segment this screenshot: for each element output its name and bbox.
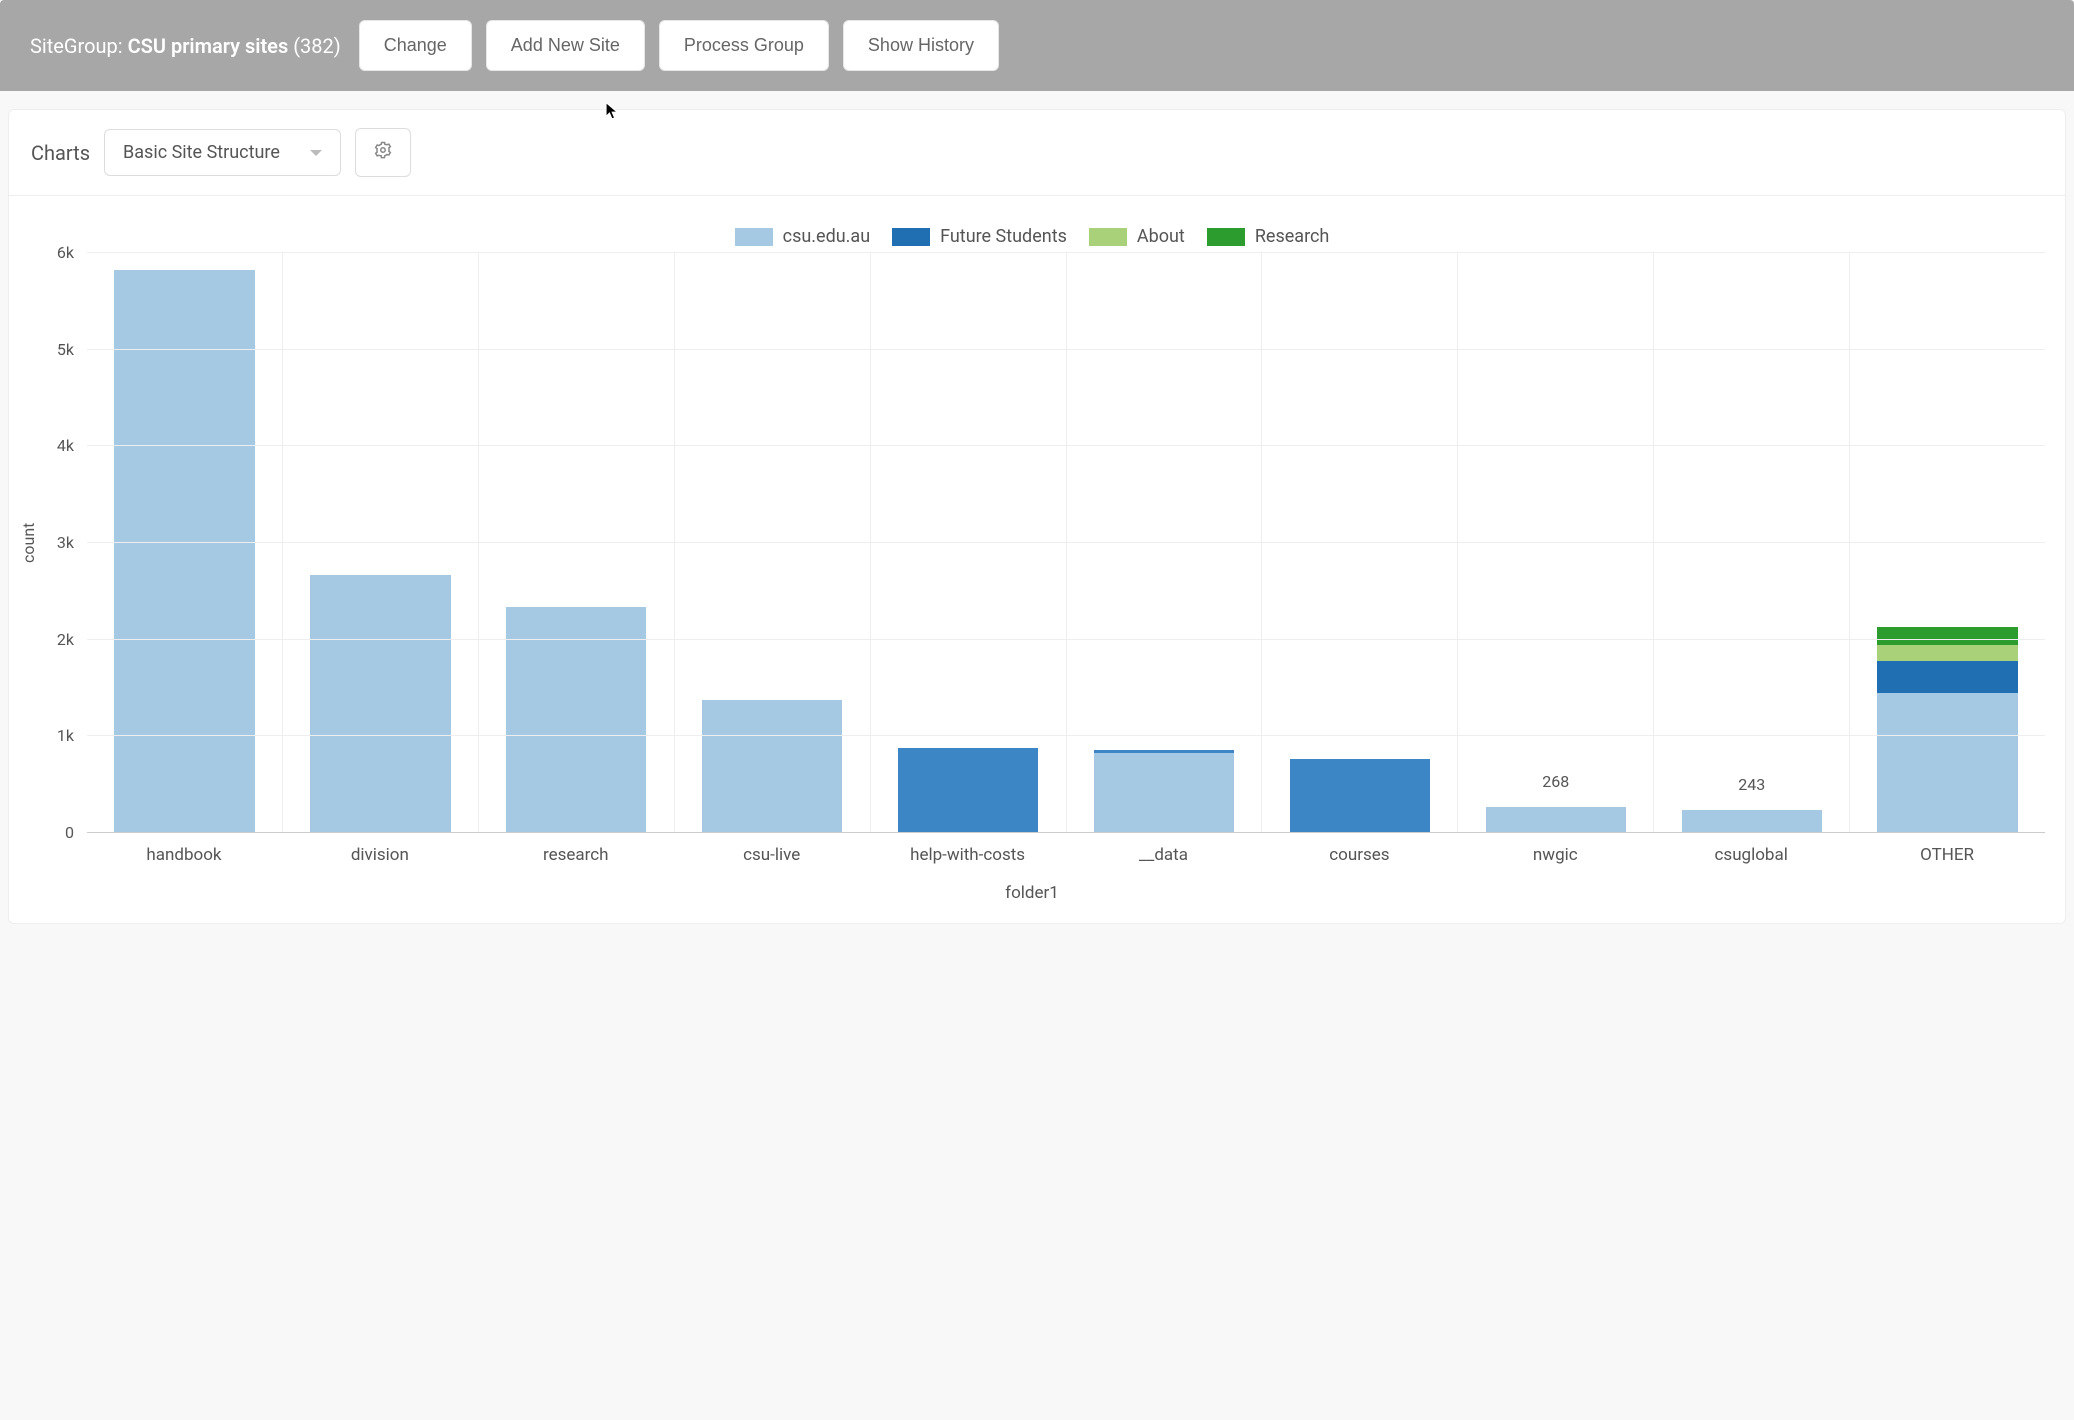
chart-select-value: Basic Site Structure — [123, 142, 280, 163]
x-ticks: handbookdivisionresearchcsu-livehelp-wit… — [86, 833, 2045, 865]
x-tick-label: handbook — [86, 833, 282, 865]
panel-title: Charts — [31, 141, 90, 165]
sitegroup-prefix: SiteGroup: — [30, 34, 128, 58]
bar-column[interactable]: 268 — [1458, 253, 1654, 833]
bar-column[interactable] — [87, 253, 283, 833]
bar-column[interactable] — [1850, 253, 2045, 833]
swatch-research — [1207, 228, 1245, 246]
chart-grid: count 01k2k3k4k5k6k 268243 — [19, 253, 2045, 833]
legend-item-research[interactable]: Research — [1207, 226, 1330, 247]
sitegroup-label: SiteGroup: CSU primary sites (382) — [30, 34, 341, 58]
chart-select[interactable]: Basic Site Structure — [104, 129, 341, 176]
x-tick-label: csu-live — [674, 833, 870, 865]
x-axis-label: folder1 — [19, 883, 2045, 903]
x-tick-label: help-with-costs — [870, 833, 1066, 865]
legend-label: csu.edu.au — [783, 226, 870, 247]
legend-label: About — [1137, 226, 1185, 247]
sitegroup-name: CSU primary sites — [128, 34, 289, 58]
swatch-future — [892, 228, 930, 246]
topbar: SiteGroup: CSU primary sites (382) Chang… — [0, 0, 2074, 91]
x-tick-label: csuglobal — [1653, 833, 1849, 865]
x-tick-label: __data — [1066, 833, 1262, 865]
settings-button[interactable] — [355, 128, 411, 177]
change-button[interactable]: Change — [359, 20, 472, 71]
swatch-csu — [735, 228, 773, 246]
bars-container: 268243 — [87, 253, 2045, 833]
legend-label: Future Students — [940, 226, 1067, 247]
bar-column[interactable] — [675, 253, 871, 833]
sitegroup-count: (382) — [293, 34, 341, 58]
x-tick-label: courses — [1261, 833, 1457, 865]
charts-panel: Charts Basic Site Structure csu.edu.au F… — [8, 109, 2066, 924]
x-tick-label: research — [478, 833, 674, 865]
x-tick-label: nwgic — [1457, 833, 1653, 865]
bar-column[interactable] — [479, 253, 675, 833]
chart-legend: csu.edu.au Future Students About Researc… — [19, 226, 2045, 247]
swatch-about — [1089, 228, 1127, 246]
add-site-button[interactable]: Add New Site — [486, 20, 645, 71]
legend-label: Research — [1255, 226, 1330, 247]
bar-column[interactable] — [871, 253, 1067, 833]
y-ticks: 01k2k3k4k5k6k — [38, 253, 86, 833]
legend-item-about[interactable]: About — [1089, 226, 1185, 247]
bar-column[interactable] — [283, 253, 479, 833]
gear-icon — [374, 143, 392, 163]
process-group-button[interactable]: Process Group — [659, 20, 829, 71]
legend-item-future[interactable]: Future Students — [892, 226, 1067, 247]
x-tick-label: OTHER — [1849, 833, 2045, 865]
x-tick-label: division — [282, 833, 478, 865]
plot-area[interactable]: 268243 — [86, 253, 2045, 833]
bar-column[interactable] — [1067, 253, 1263, 833]
bar-column[interactable]: 243 — [1654, 253, 1850, 833]
legend-item-csu[interactable]: csu.edu.au — [735, 226, 870, 247]
panel-header: Charts Basic Site Structure — [9, 110, 2065, 196]
show-history-button[interactable]: Show History — [843, 20, 999, 71]
y-axis-label: count — [19, 253, 38, 833]
bar-column[interactable] — [1262, 253, 1458, 833]
chevron-down-icon — [310, 150, 322, 156]
chart-area: csu.edu.au Future Students About Researc… — [9, 196, 2065, 923]
